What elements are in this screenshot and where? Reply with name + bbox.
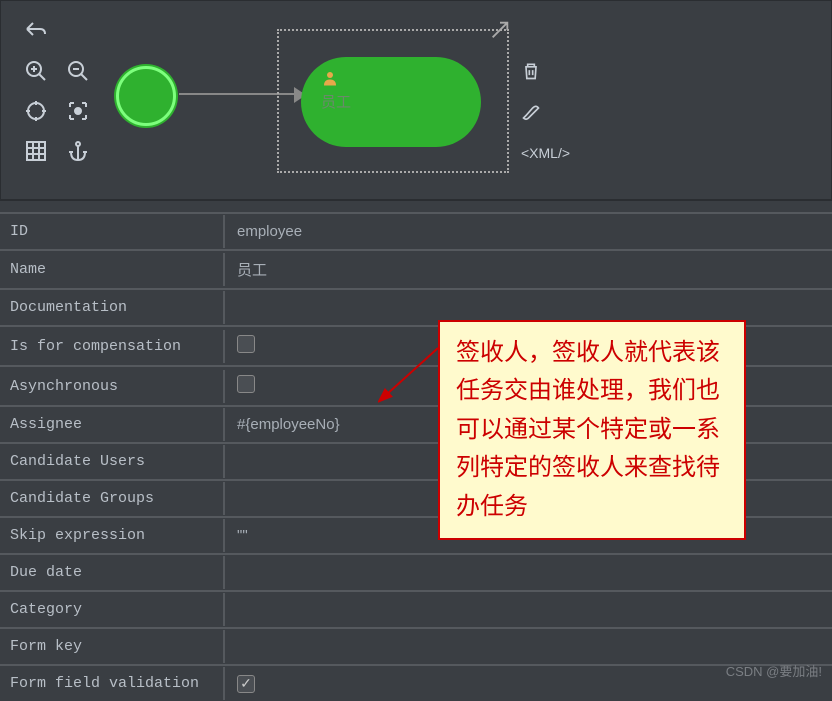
delete-icon[interactable] [521,61,570,85]
undo-icon[interactable] [21,16,51,46]
context-tools: <XML/> [521,61,570,169]
zoom-in-icon[interactable] [21,56,51,86]
checkbox-checked-icon[interactable]: ✓ [237,675,255,693]
prop-row-category: Category [0,590,832,627]
prop-label: Asynchronous [0,370,225,403]
prop-label: Documentation [0,291,225,324]
checkbox-icon[interactable] [237,375,255,393]
prop-label: Skip expression [0,519,225,552]
prop-value-name[interactable]: 员工 [225,251,832,288]
canvas-toolbar [21,16,93,176]
watermark-text: CSDN @要加油! [726,661,822,680]
focus-icon[interactable] [63,96,93,126]
prop-label: ID [0,215,225,248]
prop-label: Candidate Users [0,445,225,478]
prop-row-name: Name 员工 [0,249,832,288]
prop-label: Category [0,593,225,626]
prop-row-id: ID employee [0,212,832,249]
prop-label: Form field validation [0,667,225,700]
prop-row-form-validation: Form field validation ✓ [0,664,832,701]
prop-value-documentation[interactable] [225,300,832,316]
annotation-text: 签收人，签收人就代表该任务交由谁处理，我们也可以通过某个特定或一系列特定的签收人… [456,339,720,520]
prop-label: Form key [0,630,225,663]
xml-label[interactable]: <XML/> [521,145,570,169]
prop-label: Is for compensation [0,330,225,363]
wrench-icon[interactable] [521,103,570,127]
prop-row-form-key: Form key [0,627,832,664]
checkbox-icon[interactable] [237,335,255,353]
prop-label: Assignee [0,408,225,441]
prop-value-id[interactable]: employee [225,215,832,248]
resize-handle-icon[interactable] [489,19,511,47]
annotation-callout: 签收人，签收人就代表该任务交由谁处理，我们也可以通过某个特定或一系列特定的签收人… [438,320,746,540]
user-icon [321,69,339,87]
diagram-canvas[interactable]: 员工 <XML/> [0,0,832,200]
prop-label: Due date [0,556,225,589]
prop-value-category[interactable] [225,602,832,618]
start-event-node[interactable] [116,66,176,126]
user-task-node[interactable]: 员工 [301,57,481,147]
prop-value-due-date[interactable] [225,565,832,581]
anchor-icon[interactable] [63,136,93,166]
zoom-out-icon[interactable] [63,56,93,86]
grid-icon[interactable] [21,136,51,166]
target-icon[interactable] [21,96,51,126]
task-label: 员工 [321,91,461,112]
prop-row-due-date: Due date [0,553,832,590]
prop-value-form-key[interactable] [225,639,832,655]
prop-label: Name [0,253,225,286]
prop-label: Candidate Groups [0,482,225,515]
